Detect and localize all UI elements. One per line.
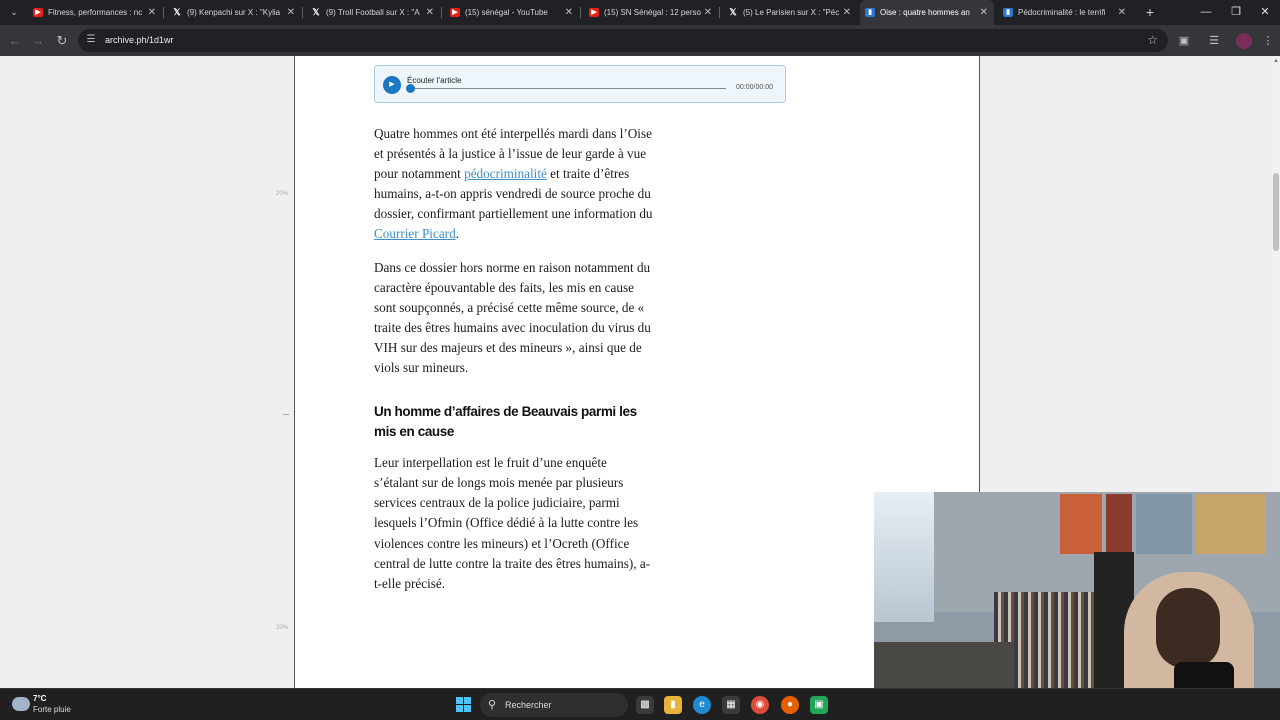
firefox-icon[interactable]: ● bbox=[781, 696, 799, 714]
scroll-thumb[interactable] bbox=[1273, 173, 1279, 251]
restore-button[interactable]: ❐ bbox=[1221, 0, 1251, 25]
archive-icon: ▮ bbox=[1003, 8, 1013, 17]
audio-progress-handle[interactable] bbox=[406, 84, 415, 93]
tab-separator bbox=[580, 7, 581, 18]
audio-label: Écouter l'article bbox=[407, 76, 462, 85]
close-icon[interactable]: ✕ bbox=[148, 0, 156, 25]
tab-title: Fitness, performances : nc bbox=[48, 8, 143, 17]
close-icon[interactable]: ✕ bbox=[980, 0, 988, 25]
menu-kebab-icon[interactable]: ⋮ bbox=[1260, 33, 1276, 49]
youtube-icon: ▶ bbox=[450, 8, 460, 17]
tab-title: (15) sénégal - YouTube bbox=[465, 8, 548, 17]
new-tab-button[interactable]: + bbox=[1140, 2, 1160, 22]
audio-time: 00:00/00:00 bbox=[736, 84, 773, 91]
browser-toolbar: ← → ↻ ☰ archive.ph/1d1wr ☆ ▣ ☰ ⋮ bbox=[0, 25, 1280, 56]
chrome-icon[interactable]: ◉ bbox=[751, 696, 769, 714]
profile-avatar[interactable] bbox=[1236, 33, 1252, 49]
reload-icon[interactable]: ↻ bbox=[53, 32, 71, 50]
webcam-poster bbox=[1106, 494, 1132, 554]
tab-3[interactable]: ▶ (15) sénégal - YouTube ✕ bbox=[445, 0, 579, 25]
tab-6-active[interactable]: ▮ Oise : quatre hommes an ✕ bbox=[860, 0, 994, 25]
paragraph-2: Dans ce dossier hors norme en raison not… bbox=[374, 259, 651, 376]
x-icon: 𝕏 bbox=[173, 7, 181, 17]
section-heading: Un homme d’affaires de Beauvais parmi le… bbox=[374, 404, 637, 440]
tab-separator bbox=[163, 7, 164, 18]
close-window-button[interactable]: ✕ bbox=[1250, 0, 1280, 25]
extensions-icon[interactable]: ▣ bbox=[1176, 33, 1192, 49]
minimize-button[interactable]: — bbox=[1191, 0, 1221, 25]
archive-icon: ▮ bbox=[865, 8, 875, 17]
address-bar[interactable]: ☰ archive.ph/1d1wr ☆ bbox=[78, 29, 1168, 52]
audio-player: ▶ Écouter l'article 00:00/00:00 bbox=[374, 65, 786, 103]
task-view-icon[interactable]: ▩ bbox=[636, 696, 654, 714]
store-icon[interactable]: ▦ bbox=[722, 696, 740, 714]
p1-text-end: . bbox=[455, 226, 459, 242]
tab-separator bbox=[719, 7, 720, 18]
paragraph-1: Quatre hommes ont été interpellés mardi … bbox=[374, 124, 654, 245]
tab-strip: ⌄ ▶ Fitness, performances : nc ✕ 𝕏 (9) K… bbox=[0, 0, 1280, 25]
scroll-up-arrow-icon[interactable]: ▲ bbox=[1272, 56, 1280, 66]
close-icon[interactable]: ✕ bbox=[1118, 0, 1126, 25]
windows-start-icon[interactable] bbox=[456, 697, 472, 713]
ruler-mark: 20% bbox=[276, 625, 289, 631]
link-courrier-picard[interactable]: Courrier Picard bbox=[374, 226, 456, 241]
close-icon[interactable]: ✕ bbox=[426, 0, 434, 25]
tab-separator bbox=[441, 7, 442, 18]
webcam-overlay bbox=[874, 492, 1280, 720]
edge-icon[interactable]: e bbox=[693, 696, 711, 714]
x-icon: 𝕏 bbox=[729, 7, 737, 17]
webcam-poster bbox=[1136, 494, 1192, 554]
tab-title: (5) Le Parisien sur X : "Péc bbox=[743, 8, 840, 17]
ruler-dash bbox=[283, 414, 289, 415]
tab-search-button[interactable]: ⌄ bbox=[5, 4, 23, 20]
weather-temperature[interactable]: 7°C bbox=[33, 694, 46, 703]
tab-2[interactable]: 𝕏 (9) Troll Football sur X : "A ✕ bbox=[306, 0, 440, 25]
webcam-poster bbox=[1060, 494, 1102, 554]
close-icon[interactable]: ✕ bbox=[704, 0, 712, 25]
tab-title: (9) Troll Football sur X : "A bbox=[326, 8, 420, 17]
chat-app-icon[interactable]: ▣ bbox=[810, 696, 828, 714]
tab-4[interactable]: ▶ (15) SN Sénégal : 12 perso ✕ bbox=[584, 0, 718, 25]
weather-description[interactable]: Forte pluie bbox=[33, 705, 71, 714]
media-controls-icon[interactable]: ☰ bbox=[1206, 33, 1222, 49]
bookmark-star-icon[interactable]: ☆ bbox=[1147, 33, 1158, 47]
tab-title: Pédocriminalité : le terrifi bbox=[1018, 8, 1106, 17]
close-icon[interactable]: ✕ bbox=[843, 0, 851, 25]
forward-icon[interactable]: → bbox=[29, 32, 47, 50]
tab-1[interactable]: 𝕏 (9) Kenpachi sur X : "Kylia ✕ bbox=[167, 0, 301, 25]
back-icon[interactable]: ← bbox=[6, 32, 24, 50]
search-icon: ⚲ bbox=[488, 699, 497, 711]
tab-title: (15) SN Sénégal : 12 perso bbox=[604, 8, 701, 17]
link-pedocriminalite[interactable]: pédocriminalité bbox=[464, 166, 547, 181]
play-icon[interactable]: ▶ bbox=[383, 76, 401, 94]
url-text[interactable]: archive.ph/1d1wr bbox=[105, 29, 174, 52]
weather-cloud-icon[interactable] bbox=[12, 697, 30, 711]
audio-progress-track[interactable] bbox=[410, 88, 726, 89]
file-explorer-icon[interactable]: ▮ bbox=[664, 696, 682, 714]
tab-title: (9) Kenpachi sur X : "Kylia bbox=[187, 8, 281, 17]
ruler-mark: 20% bbox=[276, 191, 289, 197]
webcam-person-head bbox=[1156, 588, 1220, 668]
tab-7[interactable]: ▮ Pédocriminalité : le terrifi ✕ bbox=[998, 0, 1132, 25]
tab-title: Oise : quatre hommes an bbox=[880, 8, 970, 17]
tab-0[interactable]: ▶ Fitness, performances : nc ✕ bbox=[28, 0, 162, 25]
tab-5[interactable]: 𝕏 (5) Le Parisien sur X : "Péc ✕ bbox=[723, 0, 857, 25]
x-icon: 𝕏 bbox=[312, 7, 320, 17]
paragraph-3: Leur interpellation est le fruit d’une e… bbox=[374, 455, 651, 591]
search-label: Rechercher bbox=[505, 700, 552, 710]
youtube-icon: ▶ bbox=[589, 8, 599, 17]
webcam-poster bbox=[1196, 494, 1266, 554]
windows-taskbar: 7°C Forte pluie ⚲ Rechercher ▩ ▮ e ▦ ◉ ●… bbox=[0, 688, 1280, 720]
close-icon[interactable]: ✕ bbox=[287, 0, 295, 25]
site-info-icon[interactable]: ☰ bbox=[85, 34, 97, 46]
tab-separator bbox=[302, 7, 303, 18]
webcam-window bbox=[874, 492, 934, 622]
close-icon[interactable]: ✕ bbox=[565, 0, 573, 25]
youtube-icon: ▶ bbox=[33, 8, 43, 17]
taskbar-search[interactable]: ⚲ Rechercher bbox=[480, 693, 628, 717]
article-body: Quatre hommes ont été interpellés mardi … bbox=[374, 124, 654, 607]
